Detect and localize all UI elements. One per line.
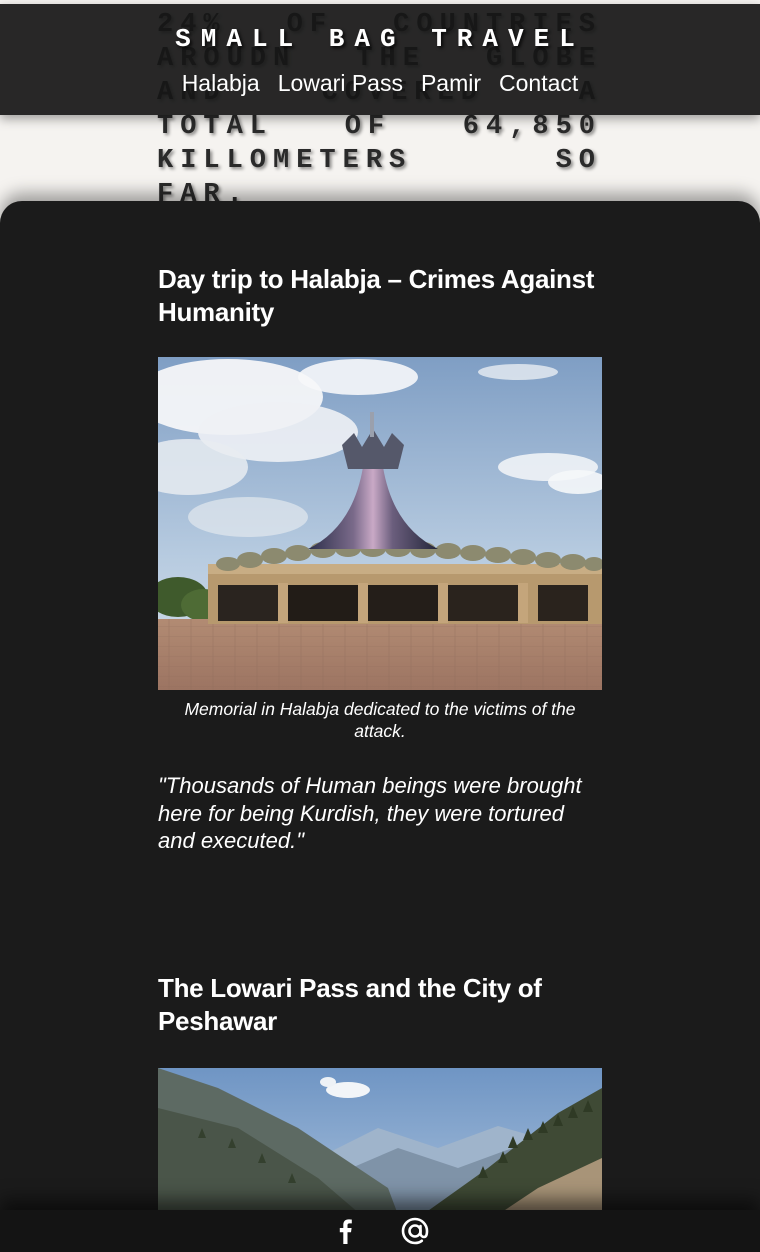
article-halabja: Day trip to Halabja – Crimes Against Hum… — [158, 263, 602, 855]
site-header: SMALL BAG TRAVEL Halabja Lowari Pass Pam… — [0, 4, 760, 115]
main-nav: Halabja Lowari Pass Pamir Contact — [0, 70, 760, 97]
nav-item-pamir[interactable]: Pamir — [421, 70, 481, 97]
nav-item-lowari-pass[interactable]: Lowari Pass — [278, 70, 403, 97]
nav-item-halabja[interactable]: Halabja — [182, 70, 260, 97]
article-title[interactable]: The Lowari Pass and the City of Peshawar — [158, 972, 602, 1038]
nav-item-contact[interactable]: Contact — [499, 70, 578, 97]
article-title[interactable]: Day trip to Halabja – Crimes Against Hum… — [158, 263, 602, 329]
article-quote: "Thousands of Human beings were brought … — [158, 773, 582, 853]
main-content: Day trip to Halabja – Crimes Against Hum… — [0, 201, 760, 1252]
halabja-memorial-photo — [158, 357, 602, 690]
photo-caption: Memorial in Halabja dedicated to the vic… — [184, 699, 576, 741]
at-sign-icon[interactable] — [399, 1215, 431, 1247]
site-brand[interactable]: SMALL BAG TRAVEL — [0, 24, 760, 54]
site-footer — [0, 1210, 760, 1252]
facebook-icon[interactable] — [329, 1215, 361, 1247]
